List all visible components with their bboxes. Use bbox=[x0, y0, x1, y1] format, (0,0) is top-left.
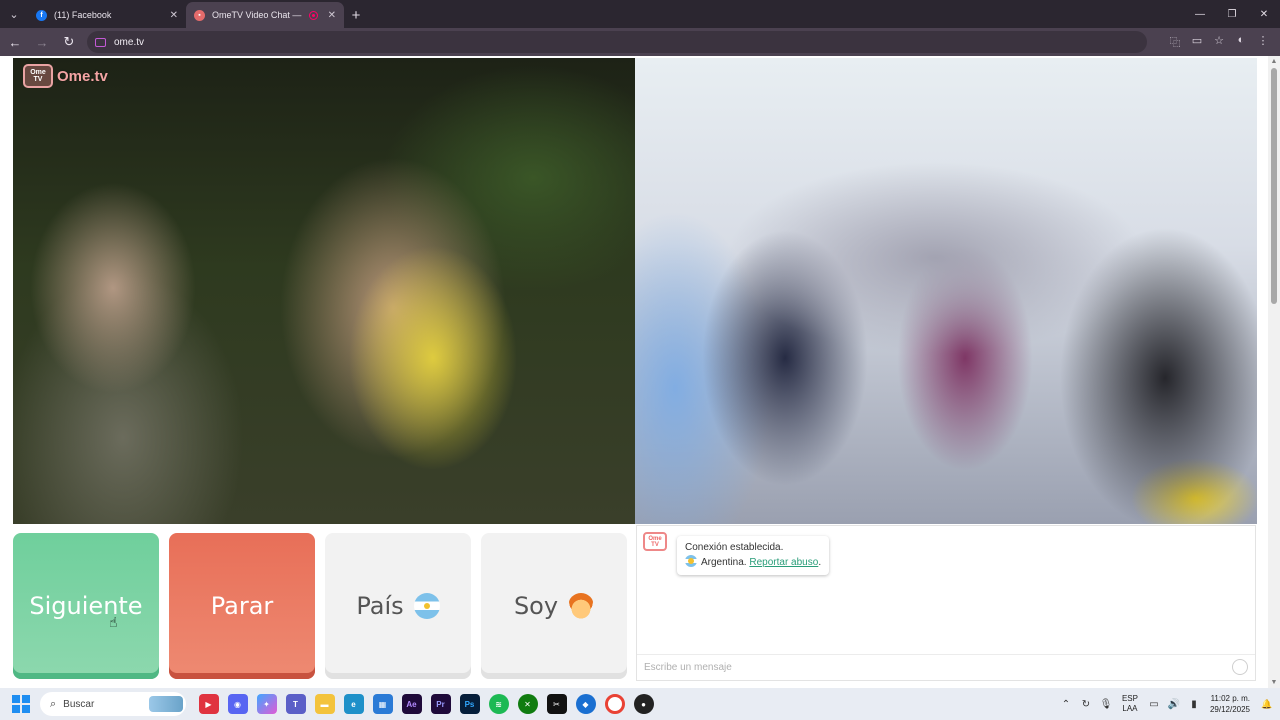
address-bar[interactable]: ome.tv bbox=[87, 31, 1147, 53]
new-tab-button[interactable]: + bbox=[344, 2, 368, 28]
after-effects-icon[interactable]: Ae bbox=[401, 694, 422, 714]
volume-icon[interactable]: 🔊 bbox=[1164, 699, 1184, 710]
ometv-chat-icon: Ome TV bbox=[643, 532, 667, 551]
emoji-icon[interactable] bbox=[1232, 659, 1248, 675]
scroll-up-icon[interactable]: ▲ bbox=[1268, 58, 1280, 65]
photoshop-icon[interactable]: Ps bbox=[459, 694, 480, 714]
country-button[interactable]: País bbox=[325, 533, 471, 679]
tab-facebook[interactable]: f (11) Facebook ✕ bbox=[28, 2, 186, 28]
message-input[interactable]: Escribe un mensaje bbox=[637, 654, 1255, 680]
teams-icon[interactable]: T bbox=[285, 694, 306, 714]
clock-date: 29/12/2025 bbox=[1209, 705, 1250, 714]
system-message: Ome TV Conexión establecida. Argentina. … bbox=[643, 532, 830, 575]
page-scrollbar[interactable]: ▲ ▼ bbox=[1268, 56, 1280, 688]
premiere-icon[interactable]: Pr bbox=[430, 694, 451, 714]
gender-label: Soy bbox=[513, 592, 559, 620]
capcut-icon[interactable]: ✂ bbox=[546, 694, 567, 714]
boy-avatar-icon bbox=[568, 593, 595, 619]
language-indicator[interactable]: ESP LAA bbox=[1122, 694, 1138, 714]
browser-toolbar: ← → ↻ ome.tv ⿻ ▭ ☆ ◐ ⋮ bbox=[0, 28, 1280, 56]
close-window-icon[interactable]: ✕ bbox=[1248, 9, 1280, 20]
message-bubble: Conexión establecida. Argentina. Reporta… bbox=[677, 536, 830, 575]
argentina-flag-icon bbox=[413, 593, 440, 619]
next-button[interactable]: Siguiente bbox=[13, 533, 159, 679]
search-highlight-image bbox=[149, 696, 183, 712]
language-code: ESP bbox=[1121, 694, 1138, 703]
extensions-icon[interactable]: ◐ bbox=[1230, 34, 1252, 50]
scroll-down-icon[interactable]: ▼ bbox=[1268, 679, 1280, 686]
restore-icon[interactable]: ❐ bbox=[1216, 9, 1248, 20]
obs-icon[interactable]: ● bbox=[633, 694, 654, 714]
ometv-logo: Ome TV Ome.tv bbox=[23, 64, 108, 88]
site-camera-icon bbox=[95, 37, 106, 47]
next-label: Siguiente bbox=[29, 592, 143, 620]
logo-badge: Ome TV bbox=[23, 64, 53, 88]
connection-text: Conexión establecida. bbox=[685, 542, 784, 553]
url-text: ome.tv bbox=[114, 36, 145, 48]
discord-icon[interactable]: ◉ bbox=[227, 694, 248, 714]
stop-button[interactable]: Parar bbox=[169, 533, 315, 679]
window-controls: — ❐ ✕ bbox=[1184, 0, 1280, 28]
forward-icon[interactable]: → bbox=[30, 30, 54, 54]
chrome-icon[interactable] bbox=[604, 694, 625, 714]
tray-app-icon[interactable]: ↻ bbox=[1076, 699, 1096, 710]
argentina-flag-icon bbox=[685, 555, 697, 567]
logo-text: Ome.tv bbox=[57, 67, 108, 85]
tab-search-chevron-icon[interactable]: ⌄ bbox=[0, 0, 28, 28]
app-blue-icon[interactable]: ◆ bbox=[575, 694, 596, 714]
tray-overflow-icon[interactable]: ⌃ bbox=[1056, 699, 1076, 710]
recording-icon bbox=[308, 10, 318, 20]
local-video bbox=[635, 58, 1257, 524]
report-abuse-link[interactable]: Reportar abuso bbox=[749, 557, 818, 568]
tab-ometv[interactable]: ▪ OmeTV Video Chat — Ome ✕ bbox=[186, 2, 344, 28]
mouse-pointer-icon: ☝ bbox=[109, 614, 118, 630]
close-tab-icon[interactable]: ✕ bbox=[170, 10, 178, 21]
file-explorer-icon[interactable]: ▬ bbox=[314, 694, 335, 714]
windows-taskbar: ⌕ Buscar ▶ ◉ ✦ T ▬ e ▦ Ae Pr Ps ≋ ✕ ✂ ◆ … bbox=[0, 688, 1280, 720]
chat-panel: Ome TV Conexión establecida. Argentina. … bbox=[636, 525, 1256, 681]
remote-video: Ome TV Ome.tv bbox=[13, 58, 635, 524]
xbox-icon[interactable]: ✕ bbox=[517, 694, 538, 714]
gender-button[interactable]: Soy bbox=[481, 533, 627, 679]
store-icon[interactable]: ▦ bbox=[372, 694, 393, 714]
back-icon[interactable]: ← bbox=[3, 30, 27, 54]
battery-icon[interactable]: ▮ bbox=[1184, 699, 1204, 710]
notification-bell-icon[interactable]: 🔔 bbox=[1260, 699, 1274, 710]
facebook-icon: f bbox=[36, 9, 47, 21]
copilot-icon[interactable]: ✦ bbox=[256, 694, 277, 714]
cast-icon[interactable]: ▭ bbox=[1186, 34, 1208, 50]
translate-icon[interactable]: ⿻ bbox=[1164, 34, 1186, 50]
partner-country: Argentina. bbox=[701, 557, 747, 568]
tab-title: OmeTV Video Chat — Ome bbox=[212, 10, 303, 20]
bookmark-star-icon[interactable]: ☆ bbox=[1208, 34, 1230, 50]
country-label: País bbox=[356, 592, 404, 620]
search-icon: ⌕ bbox=[50, 697, 57, 710]
search-placeholder: Buscar bbox=[63, 698, 95, 710]
layout-code: LAA bbox=[1122, 704, 1138, 713]
report-suffix: . bbox=[818, 557, 822, 568]
minimize-icon[interactable]: — bbox=[1184, 9, 1216, 20]
page-content: Ome TV Ome.tv Siguiente Parar País Soy ☝… bbox=[0, 56, 1268, 688]
tab-title: (11) Facebook bbox=[54, 10, 112, 20]
microphone-icon[interactable]: 🎙 bbox=[1096, 699, 1116, 710]
spotify-icon[interactable]: ≋ bbox=[488, 694, 509, 714]
ometv-icon: ▪ bbox=[194, 9, 205, 21]
clock-time: 11:02 p. m. bbox=[1210, 694, 1250, 703]
network-icon[interactable]: ▭ bbox=[1144, 699, 1164, 710]
close-tab-icon[interactable]: ✕ bbox=[328, 10, 336, 21]
taskbar-search[interactable]: ⌕ Buscar bbox=[40, 692, 186, 716]
app-streaming-icon[interactable]: ▶ bbox=[198, 694, 219, 714]
stop-label: Parar bbox=[210, 592, 274, 620]
windows-start-icon[interactable] bbox=[12, 695, 30, 713]
message-placeholder: Escribe un mensaje bbox=[644, 662, 732, 673]
taskbar-clock[interactable]: 11:02 p. m. 29/12/2025 bbox=[1210, 693, 1250, 715]
menu-icon[interactable]: ⋮ bbox=[1252, 34, 1274, 50]
edge-icon[interactable]: e bbox=[343, 694, 364, 714]
tab-bar: ⌄ f (11) Facebook ✕ ▪ OmeTV Video Chat —… bbox=[0, 0, 1280, 28]
scrollbar-thumb[interactable] bbox=[1271, 68, 1277, 304]
reload-icon[interactable]: ↻ bbox=[57, 30, 81, 54]
